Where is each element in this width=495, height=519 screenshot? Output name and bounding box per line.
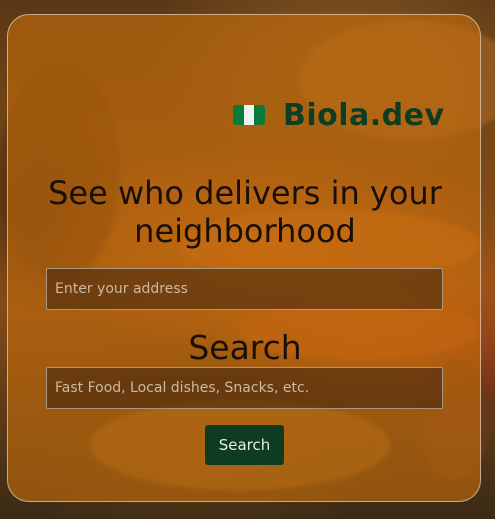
search-button[interactable]: Search	[205, 425, 284, 465]
nigeria-flag-icon	[233, 105, 265, 125]
food-search-input[interactable]	[46, 367, 443, 409]
page-headline: See who delivers in your neighborhood	[48, 174, 442, 250]
address-input[interactable]	[46, 268, 443, 310]
brand-logo: Biola.dev	[233, 96, 445, 134]
search-heading: Search	[188, 328, 302, 367]
brand-name: Biola.dev	[283, 97, 445, 133]
